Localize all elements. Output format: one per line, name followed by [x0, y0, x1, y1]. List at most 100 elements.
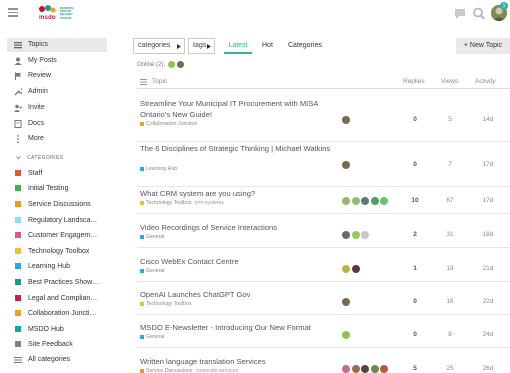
- sidebar-category-legal[interactable]: Legal and Complian…: [7, 292, 107, 306]
- online-user-avatar[interactable]: [167, 61, 175, 68]
- topic-category-badge[interactable]: Collaboration Junction: [140, 121, 197, 127]
- topic-title-link[interactable]: Video Recordings of Service Interactions: [140, 222, 340, 233]
- poster-avatar[interactable]: [342, 197, 350, 205]
- topic-row[interactable]: What CRM system are you using? Technology…: [137, 188, 510, 214]
- header-views[interactable]: Views: [441, 78, 458, 85]
- tab-latest[interactable]: Latest: [224, 38, 252, 54]
- sidebar-item-invite[interactable]: Invite: [7, 101, 107, 115]
- topic-title-link[interactable]: What CRM system are you using?: [140, 188, 340, 199]
- topic-category-badge[interactable]: General: [140, 334, 164, 340]
- poster-avatar[interactable]: [370, 365, 379, 373]
- topic-row[interactable]: MSDO E-Newsletter - Introducing Our New …: [137, 322, 510, 348]
- sidebar-category-site-feedback[interactable]: Site Feedback: [7, 338, 107, 352]
- topic-row[interactable]: Written language translation Services Ser…: [137, 356, 510, 373]
- category-label: Learning Hub: [146, 166, 178, 172]
- topic-row[interactable]: Cisco WebEx Contact Centre General 1 18 21d: [137, 256, 510, 282]
- poster-avatar[interactable]: [342, 331, 350, 339]
- topic-category-badge[interactable]: Technology Toolbox: [140, 301, 191, 307]
- topic-category-badge[interactable]: General: [140, 234, 164, 240]
- category-color-swatch: [140, 334, 144, 339]
- sidebar-category-service-discussions[interactable]: Service Discussions: [7, 198, 107, 212]
- notification-badge[interactable]: 1: [500, 2, 508, 10]
- poster-avatar[interactable]: [361, 231, 369, 239]
- poster-avatar[interactable]: [370, 197, 379, 205]
- user-icon: [14, 57, 22, 65]
- sidebar-category-learning-hub[interactable]: Learning Hub: [7, 260, 107, 274]
- reply-count: 0: [413, 161, 417, 168]
- poster-avatar[interactable]: [342, 161, 350, 169]
- topic-title-link[interactable]: OpenAI Launches ChatGPT Gov: [140, 289, 340, 300]
- topic-tag[interactable]: corporate-services: [195, 368, 238, 373]
- activity-time[interactable]: 18d: [477, 231, 499, 238]
- select-list-icon[interactable]: [140, 79, 147, 85]
- poster-avatar[interactable]: [342, 231, 350, 239]
- activity-time[interactable]: 14d: [477, 116, 499, 123]
- chevron-down-icon[interactable]: [16, 155, 21, 160]
- poster-avatar[interactable]: [361, 197, 369, 205]
- poster-avatar[interactable]: [351, 365, 360, 373]
- topic-tag[interactable]: crm-systems: [194, 200, 223, 206]
- topic-row[interactable]: Video Recordings of Service Interactions…: [137, 222, 510, 248]
- activity-time[interactable]: 21d: [477, 265, 499, 272]
- topic-category-badge[interactable]: Service Discussions corporate-services: [140, 368, 238, 373]
- activity-time[interactable]: 17d: [477, 197, 499, 204]
- categories-heading[interactable]: CATEGORIES: [27, 155, 63, 161]
- sidebar-item-review[interactable]: Review: [7, 69, 107, 83]
- header-activity[interactable]: Activity: [475, 78, 496, 85]
- topic-title-link[interactable]: MSDO E-Newsletter - Introducing Our New …: [140, 322, 340, 333]
- sidebar-all-categories[interactable]: All categories: [7, 353, 107, 367]
- tab-categories[interactable]: Categories: [288, 38, 322, 54]
- sidebar-category-customer-engagement[interactable]: Customer Engagem…: [7, 229, 107, 243]
- sidebar-item-more[interactable]: More: [7, 132, 107, 146]
- category-color-swatch: [15, 279, 21, 285]
- tab-hot[interactable]: Hot: [262, 38, 273, 54]
- poster-avatar[interactable]: [342, 116, 350, 124]
- sidebar-category-technology-toolbox[interactable]: Technology Toolbox: [7, 245, 107, 259]
- sidebar-item-docs[interactable]: Docs: [7, 117, 107, 131]
- categories-dropdown[interactable]: categories: [133, 38, 185, 54]
- topic-title-link[interactable]: The 6 Disciplines of Strategic Thinking …: [140, 143, 340, 154]
- topic-category-badge[interactable]: General: [140, 268, 164, 274]
- poster-avatar[interactable]: [380, 365, 388, 373]
- hamburger-icon[interactable]: [8, 8, 18, 17]
- sidebar-category-staff[interactable]: Staff: [7, 167, 107, 181]
- header-topic[interactable]: Topic: [152, 78, 167, 85]
- poster-avatar[interactable]: [351, 265, 360, 273]
- sidebar-item-topics[interactable]: Topics: [7, 38, 107, 52]
- poster-avatar[interactable]: [380, 197, 388, 205]
- poster-avatar[interactable]: [342, 298, 350, 306]
- activity-time[interactable]: 22d: [477, 298, 499, 305]
- sidebar-category-best-practices[interactable]: Best Practices Show…: [7, 276, 107, 290]
- topic-category-badge[interactable]: Learning Hub: [140, 166, 177, 172]
- topic-title-link[interactable]: Streamline Your Municipal IT Procurement…: [140, 98, 340, 120]
- poster-avatar[interactable]: [361, 365, 369, 373]
- poster-avatar[interactable]: [351, 231, 360, 239]
- online-user-avatar[interactable]: [177, 61, 185, 68]
- site-logo[interactable]: msdo MUNICIPAL SERVICE DELIVERY OFFICIAL: [37, 4, 85, 24]
- poster-avatar[interactable]: [342, 265, 350, 273]
- new-topic-button[interactable]: + New Topic: [456, 38, 510, 54]
- sidebar-category-regulatory[interactable]: Regulatory Landsca…: [7, 214, 107, 228]
- sidebar-item-my-posts[interactable]: My Posts: [7, 54, 107, 68]
- poster-avatar[interactable]: [351, 197, 360, 205]
- invite-icon: [14, 104, 22, 112]
- header-replies[interactable]: Replies: [403, 78, 425, 85]
- chat-icon[interactable]: [453, 7, 467, 20]
- activity-time[interactable]: 17d: [477, 161, 499, 168]
- activity-time[interactable]: 26d: [477, 365, 499, 372]
- search-icon[interactable]: [472, 7, 486, 20]
- topic-row[interactable]: Streamline Your Municipal IT Procurement…: [137, 98, 510, 142]
- topic-row[interactable]: The 6 Disciplines of Strategic Thinking …: [137, 143, 510, 187]
- sidebar-category-collaboration[interactable]: Collaboration Juncti…: [7, 307, 107, 321]
- sidebar-category-initial-testing[interactable]: Initial Testing: [7, 182, 107, 196]
- sidebar-category-msdo-hub[interactable]: MSDO Hub: [7, 323, 107, 337]
- topic-category-badge[interactable]: Technology Toolbox crm-systems: [140, 200, 224, 206]
- poster-avatar[interactable]: [342, 365, 350, 373]
- topic-posters: [342, 331, 402, 340]
- topic-title-link[interactable]: Written language translation Services: [140, 356, 340, 367]
- sidebar-item-admin[interactable]: Admin: [7, 85, 107, 99]
- activity-time[interactable]: 24d: [477, 331, 499, 338]
- tags-dropdown[interactable]: tags: [188, 38, 215, 54]
- topic-row[interactable]: OpenAI Launches ChatGPT Gov Technology To…: [137, 289, 510, 315]
- topic-title-link[interactable]: Cisco WebEx Contact Centre: [140, 256, 340, 267]
